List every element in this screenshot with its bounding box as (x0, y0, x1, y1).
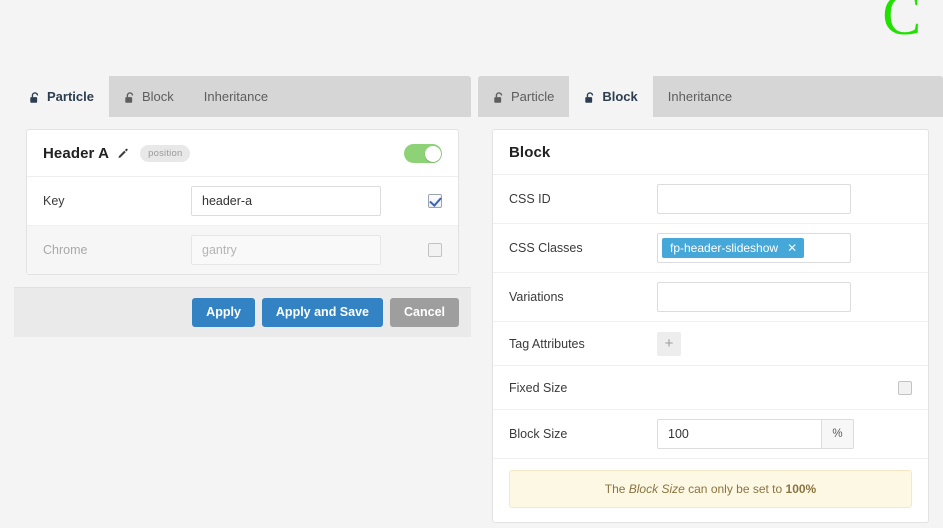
fixed-size-checkbox[interactable] (898, 380, 912, 395)
key-input[interactable] (191, 186, 381, 216)
notice-strong: 100% (785, 482, 817, 496)
enable-toggle[interactable] (404, 144, 442, 163)
tab-block-left-label: Block (141, 89, 174, 104)
css-class-chip-label: fp-header-slideshow (670, 241, 779, 255)
row-variations-label: Variations (509, 290, 564, 304)
unlock-icon (29, 91, 41, 104)
unlock-icon (124, 91, 136, 104)
tab-block-right[interactable]: Block (569, 76, 653, 117)
block-card-title: Block (509, 144, 551, 161)
unlock-icon (584, 91, 596, 104)
tab-block-left[interactable]: Block (108, 76, 189, 117)
tab-particle-left[interactable]: Particle (14, 76, 109, 117)
css-id-input[interactable] (657, 184, 851, 214)
row-css-id-label: CSS ID (509, 192, 551, 206)
css-classes-input[interactable]: fp-header-slideshow ✕ (657, 233, 851, 263)
row-variations: Variations (493, 273, 928, 322)
row-css-id: CSS ID (493, 175, 928, 224)
row-key: Key (27, 177, 458, 226)
row-key-label: Key (43, 194, 65, 208)
tab-inheritance-right-label: Inheritance (667, 89, 733, 104)
particle-settings-panel: Particle Block Inheritance Header A posi… (14, 76, 471, 337)
pencil-icon[interactable] (117, 148, 129, 160)
row-block-size-label: Block Size (509, 427, 568, 441)
block-card: Block CSS ID CSS Classes fp-header-slide… (492, 129, 929, 523)
notice-middle: can only be set to (684, 482, 786, 496)
unlock-icon (493, 91, 505, 104)
chrome-override-checkbox[interactable] (428, 243, 442, 257)
app-root: C Particle Block Inheritance Header A po… (0, 0, 943, 528)
toggle-knob (424, 145, 441, 162)
notice-prefix: The (604, 482, 629, 496)
row-block-size: Block Size % (493, 410, 928, 459)
tab-block-right-label: Block (602, 89, 638, 104)
tab-inheritance-right[interactable]: Inheritance (652, 76, 748, 117)
left-panel-body: Header A position Key Chrome (14, 117, 471, 287)
block-size-input[interactable] (657, 419, 822, 449)
row-chrome-label: Chrome (43, 243, 88, 257)
row-tag-attributes-label: Tag Attributes (509, 336, 585, 351)
css-class-chip[interactable]: fp-header-slideshow ✕ (662, 238, 805, 258)
chrome-input[interactable] (191, 235, 381, 265)
variations-input[interactable] (657, 282, 851, 312)
tab-particle-left-label: Particle (47, 89, 94, 104)
left-panel-tabs: Particle Block Inheritance (14, 76, 471, 117)
row-css-classes-label: CSS Classes (509, 241, 583, 255)
close-icon[interactable]: ✕ (787, 242, 797, 254)
row-chrome: Chrome (27, 226, 458, 274)
apply-and-save-button-left[interactable]: Apply and Save (261, 298, 383, 327)
brand-logo-c: C (882, 0, 921, 47)
tab-inheritance-left-label: Inheritance (203, 89, 269, 104)
tab-inheritance-left[interactable]: Inheritance (188, 76, 284, 117)
tab-particle-right-label: Particle (511, 89, 555, 104)
block-size-field-group: % (657, 419, 854, 449)
block-card-header: Block (493, 130, 928, 175)
row-tag-attributes: Tag Attributes + (493, 322, 928, 366)
particle-card-header: Header A position (27, 130, 458, 177)
cancel-button-left[interactable]: Cancel (390, 298, 459, 327)
row-css-classes: CSS Classes fp-header-slideshow ✕ (493, 224, 928, 273)
right-panel-body: Block CSS ID CSS Classes fp-header-slide… (478, 117, 943, 528)
row-fixed-size: Fixed Size (493, 366, 928, 410)
page-title: Header A (43, 145, 110, 162)
status-badge: position (140, 145, 191, 162)
block-size-notice: The Block Size can only be set to 100% (509, 470, 912, 508)
plus-icon[interactable]: + (657, 331, 681, 356)
particle-card: Header A position Key Chrome (26, 129, 459, 275)
key-override-checkbox[interactable] (428, 194, 442, 208)
block-size-unit[interactable]: % (822, 419, 854, 449)
apply-button-left[interactable]: Apply (192, 298, 255, 327)
block-settings-panel: Particle Block Inheritance Block CSS ID (478, 76, 943, 528)
right-panel-tabs: Particle Block Inheritance (478, 76, 943, 117)
left-panel-footer: Apply Apply and Save Cancel (14, 287, 471, 337)
row-fixed-size-label: Fixed Size (509, 380, 568, 395)
notice-emphasis: Block Size (628, 482, 685, 496)
tab-particle-right[interactable]: Particle (478, 76, 570, 117)
